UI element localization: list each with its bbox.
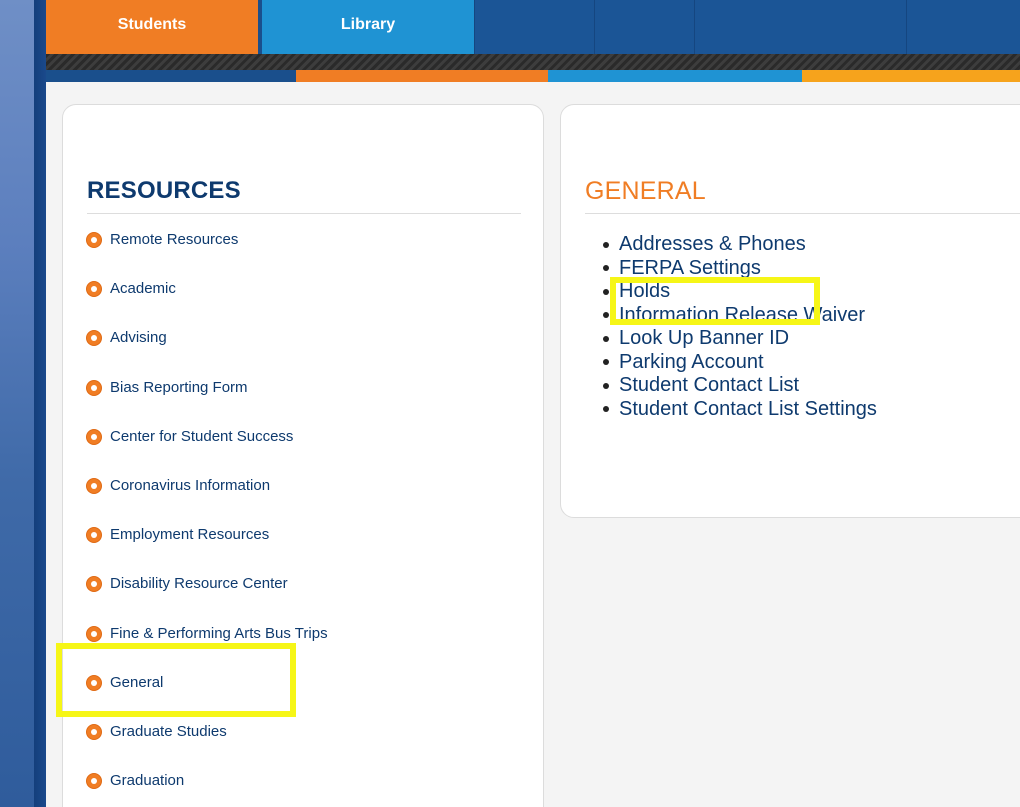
gear-icon [87, 478, 101, 493]
gear-icon [87, 675, 101, 690]
resource-link-remote-resources[interactable]: Remote Resources [87, 231, 328, 280]
resource-label: Academic [110, 280, 176, 298]
resource-link-disability-resource-center[interactable]: Disability Resource Center [87, 575, 328, 624]
gear-icon [87, 429, 101, 444]
general-link-addresses-phones[interactable]: Addresses & Phones [601, 233, 877, 257]
general-link-label: Parking Account [619, 350, 764, 373]
general-list: Addresses & Phones FERPA Settings Holds … [601, 233, 877, 421]
resource-label: Fine & Performing Arts Bus Trips [110, 624, 328, 642]
color-bar-yellow [802, 70, 1020, 82]
resource-label: Employment Resources [110, 526, 270, 544]
gear-icon [87, 774, 101, 789]
resource-link-employment-resources[interactable]: Employment Resources [87, 526, 328, 575]
general-divider [585, 213, 1020, 214]
bullet [603, 241, 609, 248]
gear-icon [87, 282, 101, 297]
resources-card: RESOURCES Remote Resources Academic Advi… [62, 104, 544, 807]
general-link-label: FERPA Settings [619, 256, 761, 279]
hatched-divider [46, 54, 1020, 70]
general-link-label: Information Release Waiver [619, 303, 866, 326]
page: Students Library RESOURCES Remote Resour… [46, 0, 1020, 807]
bullet [603, 359, 609, 366]
resource-link-fine-performing-arts-bus-trips[interactable]: Fine & Performing Arts Bus Trips [87, 625, 328, 674]
gear-icon [87, 626, 101, 641]
general-link-look-up-banner-id[interactable]: Look Up Banner ID [601, 327, 877, 351]
color-bar-blue [548, 70, 802, 82]
nav-segment [694, 0, 907, 58]
gear-icon [87, 577, 101, 592]
resource-link-advising[interactable]: Advising [87, 329, 328, 378]
color-bar-navy [46, 70, 296, 82]
general-link-label: Student Contact List [619, 374, 800, 396]
gear-icon [87, 528, 101, 543]
general-link-ferpa-settings[interactable]: FERPA Settings [601, 257, 877, 281]
gear-icon [87, 724, 101, 739]
bullet [603, 382, 609, 389]
general-link-label: Look Up Banner ID [619, 327, 790, 349]
general-card: GENERAL Addresses & Phones FERPA Setting… [560, 104, 1020, 518]
main-content: RESOURCES Remote Resources Academic Advi… [46, 82, 1020, 807]
general-heading: GENERAL [585, 177, 706, 205]
gear-icon [87, 380, 101, 395]
resources-heading: RESOURCES [87, 177, 241, 204]
bullet [603, 312, 609, 319]
general-link-label: Student Contact List Settings [619, 397, 877, 420]
general-link-student-contact-list[interactable]: Student Contact List [601, 374, 877, 398]
resource-link-center-for-student-success[interactable]: Center for Student Success [87, 428, 328, 477]
bullet [603, 288, 609, 295]
general-link-label: Addresses & Phones [619, 233, 806, 255]
tab-library[interactable]: Library [262, 0, 474, 54]
resource-label: General [110, 673, 164, 691]
gear-icon [87, 233, 101, 247]
resource-label: Bias Reporting Form [110, 378, 248, 396]
nav-segment [906, 0, 1020, 58]
resource-label: Coronavirus Information [110, 476, 271, 494]
bullet [603, 265, 609, 272]
resource-link-general[interactable]: General [87, 674, 328, 723]
general-link-student-contact-list-settings[interactable]: Student Contact List Settings [601, 398, 877, 422]
resource-link-graduate-studies[interactable]: Graduate Studies [87, 723, 328, 772]
general-link-information-release-waiver[interactable]: Information Release Waiver [601, 304, 877, 328]
resource-label: Remote Resources [110, 231, 239, 248]
resource-label: Disability Resource Center [110, 575, 288, 593]
general-link-holds[interactable]: Holds [601, 280, 877, 304]
resource-label: Center for Student Success [110, 427, 294, 445]
general-link-parking-account[interactable]: Parking Account [601, 351, 877, 375]
resource-link-coronavirus-information[interactable]: Coronavirus Information [87, 477, 328, 526]
resource-label: Graduation [110, 772, 185, 790]
resource-link-academic[interactable]: Academic [87, 280, 328, 329]
resource-label: Graduate Studies [110, 722, 227, 740]
nav-segment [474, 0, 595, 58]
color-bar-orange [296, 70, 548, 82]
gear-icon [87, 331, 101, 346]
resources-list: Remote Resources Academic Advising Bias … [87, 231, 328, 807]
resources-divider [87, 213, 521, 214]
bullet [603, 406, 609, 413]
general-link-label: Holds [619, 280, 671, 302]
bullet [603, 335, 609, 342]
nav-segment [594, 0, 695, 58]
resource-label: Advising [110, 329, 167, 347]
tab-students[interactable]: Students [46, 0, 258, 54]
top-navigation: Students Library [46, 0, 1020, 58]
resource-link-bias-reporting-form[interactable]: Bias Reporting Form [87, 379, 328, 428]
resource-link-graduation[interactable]: Graduation [87, 772, 328, 807]
